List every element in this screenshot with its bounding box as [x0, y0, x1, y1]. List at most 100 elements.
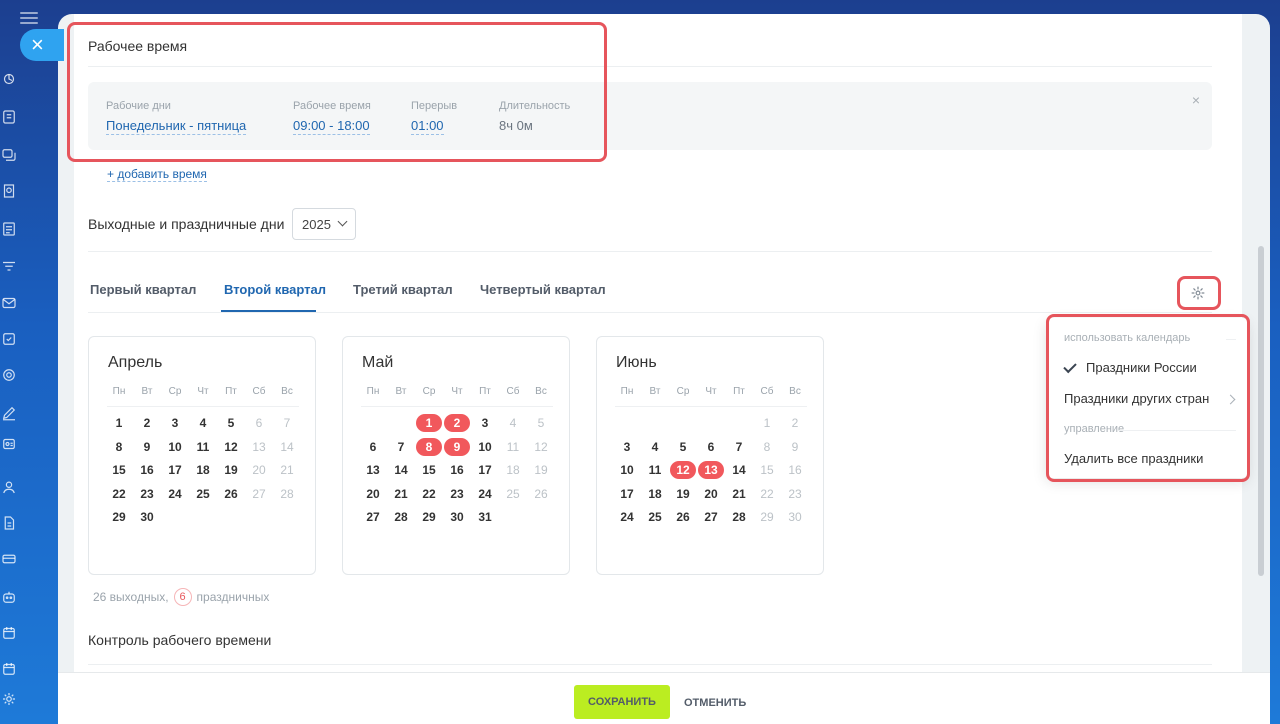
calendar-day[interactable]: 24 [614, 508, 640, 526]
calendar-day[interactable]: 23 [444, 485, 470, 503]
calendar-day[interactable]: 11 [642, 461, 668, 479]
profile-card-icon[interactable] [0, 435, 18, 458]
calendar-day[interactable]: 14 [274, 438, 300, 456]
calendar-day[interactable]: 2 [134, 414, 160, 432]
calendar-day[interactable]: 26 [670, 508, 696, 526]
calendar-day[interactable]: 8 [106, 438, 132, 456]
calendar-day[interactable]: 5 [528, 414, 554, 432]
calendar-day[interactable]: 29 [106, 508, 132, 526]
menu-icon[interactable] [20, 12, 38, 24]
calendar-day[interactable]: 9 [782, 438, 808, 456]
doc-icon[interactable] [0, 514, 18, 537]
remove-time-icon[interactable]: × [1192, 92, 1200, 108]
filter-icon[interactable] [0, 258, 18, 281]
calendar-day[interactable]: 25 [642, 508, 668, 526]
tab-q2[interactable]: Второй квартал [224, 282, 326, 297]
calendar-day[interactable]: 28 [274, 485, 300, 503]
holiday-day[interactable]: 2 [444, 414, 470, 432]
calendar-day[interactable]: 6 [360, 438, 386, 456]
holiday-day[interactable]: 12 [670, 461, 696, 479]
calendar-day[interactable]: 26 [218, 485, 244, 503]
year-select[interactable]: 2025 [292, 208, 356, 240]
calendar-day[interactable]: 23 [782, 485, 808, 503]
calendar-day[interactable]: 5 [670, 438, 696, 456]
calendar-day[interactable]: 4 [642, 438, 668, 456]
calendar-day[interactable]: 17 [472, 461, 498, 479]
calendar-day[interactable]: 29 [754, 508, 780, 526]
calendar-day[interactable]: 15 [416, 461, 442, 479]
calendar-day[interactable]: 7 [274, 414, 300, 432]
calendar-day[interactable]: 20 [360, 485, 386, 503]
calendar-day[interactable]: 18 [190, 461, 216, 479]
tab-q1[interactable]: Первый квартал [90, 282, 196, 297]
calendar-day[interactable]: 14 [726, 461, 752, 479]
calendar-day[interactable]: 4 [500, 414, 526, 432]
docs-icon[interactable] [0, 220, 18, 243]
calendar-day[interactable]: 27 [698, 508, 724, 526]
calendar-day[interactable]: 24 [472, 485, 498, 503]
calendar-day[interactable]: 12 [218, 438, 244, 456]
calendar-day[interactable]: 8 [754, 438, 780, 456]
calendar-day[interactable]: 3 [162, 414, 188, 432]
calendar-day[interactable]: 1 [754, 414, 780, 432]
crm-icon[interactable] [0, 182, 18, 205]
calendar-day[interactable]: 10 [614, 461, 640, 479]
calendar-day[interactable]: 13 [360, 461, 386, 479]
calendar-day[interactable]: 26 [528, 485, 554, 503]
chat-icon[interactable] [0, 146, 18, 169]
calendar-day[interactable]: 18 [642, 485, 668, 503]
calendar-day[interactable]: 22 [754, 485, 780, 503]
card-icon[interactable] [0, 550, 18, 573]
calendar-day[interactable]: 3 [472, 414, 498, 432]
calendar-day[interactable]: 28 [726, 508, 752, 526]
close-slider-button[interactable]: × [20, 29, 64, 61]
calendar-day[interactable]: 11 [190, 438, 216, 456]
calendar-day[interactable]: 21 [726, 485, 752, 503]
bot-icon[interactable] [0, 588, 18, 611]
calendar-day[interactable]: 17 [162, 461, 188, 479]
calendar-day[interactable]: 25 [190, 485, 216, 503]
calendar-day[interactable]: 14 [388, 461, 414, 479]
calendar-day[interactable]: 22 [416, 485, 442, 503]
calendar-day[interactable]: 27 [246, 485, 272, 503]
checkbox-icon[interactable] [0, 330, 18, 353]
calendar-day[interactable]: 25 [500, 485, 526, 503]
calendar-day[interactable]: 19 [528, 461, 554, 479]
calendar-day[interactable]: 30 [134, 508, 160, 526]
add-time-link[interactable]: + добавить время [107, 167, 207, 182]
tab-q4[interactable]: Четвертый квартал [480, 282, 606, 297]
calendar2-icon[interactable] [0, 660, 18, 683]
calendar-day[interactable]: 11 [500, 438, 526, 456]
target-icon[interactable] [0, 366, 18, 389]
calendar-day[interactable]: 22 [106, 485, 132, 503]
calendar-day[interactable]: 30 [782, 508, 808, 526]
calendar-day[interactable]: 16 [782, 461, 808, 479]
cancel-button[interactable]: ОТМЕНИТЬ [684, 697, 746, 709]
holiday-day[interactable]: 9 [444, 437, 470, 456]
holiday-day[interactable]: 8 [416, 437, 442, 456]
calendar-day[interactable]: 15 [754, 461, 780, 479]
mail-icon[interactable] [0, 294, 18, 317]
calendar-day[interactable]: 29 [416, 508, 442, 526]
calendar-day[interactable]: 7 [726, 438, 752, 456]
calendar-day[interactable]: 16 [444, 461, 470, 479]
calendar-day[interactable]: 21 [274, 461, 300, 479]
calendar-day[interactable]: 10 [472, 438, 498, 456]
scrollbar[interactable] [1258, 246, 1264, 576]
calendar-day[interactable]: 6 [246, 414, 272, 432]
calendar-day[interactable]: 7 [388, 438, 414, 456]
feed-icon[interactable] [0, 70, 18, 93]
calendar-day[interactable]: 24 [162, 485, 188, 503]
calendar-day[interactable]: 10 [162, 438, 188, 456]
calendar-day[interactable]: 19 [218, 461, 244, 479]
holiday-day[interactable]: 1 [416, 414, 442, 432]
sign-icon[interactable] [0, 404, 18, 427]
save-button[interactable]: СОХРАНИТЬ [574, 685, 670, 719]
calendar-day[interactable]: 13 [246, 438, 272, 456]
calendar-day[interactable]: 21 [388, 485, 414, 503]
calendar-day[interactable]: 16 [134, 461, 160, 479]
calendar-day[interactable]: 5 [218, 414, 244, 432]
calendar-day[interactable]: 30 [444, 508, 470, 526]
calendar-day[interactable]: 15 [106, 461, 132, 479]
calendar-day[interactable]: 4 [190, 414, 216, 432]
